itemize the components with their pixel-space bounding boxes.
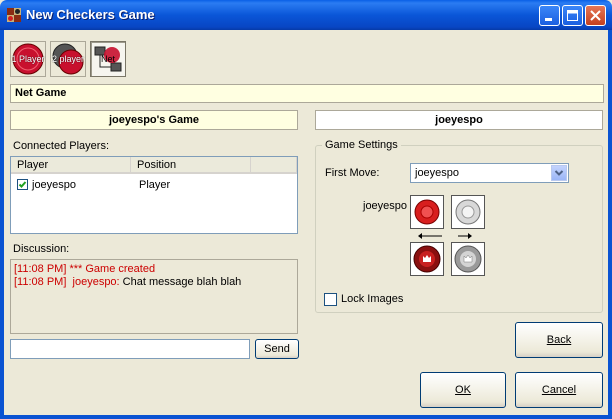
chevron-down-icon xyxy=(554,170,564,176)
maximize-button[interactable] xyxy=(562,5,583,26)
player-name-heading: joeyespo xyxy=(435,114,483,126)
swap-arrows-icon xyxy=(418,233,472,239)
red-king-slot[interactable] xyxy=(410,242,444,276)
first-move-select[interactable]: joeyespo xyxy=(410,163,569,183)
players-list[interactable]: Player Position joeyespo Player xyxy=(10,156,298,234)
player-position: Player xyxy=(139,179,171,191)
mode-title: Net Game xyxy=(15,87,67,99)
cancel-label: Cancel xyxy=(541,384,577,396)
mode-title-bar: Net Game xyxy=(10,84,604,103)
maximize-icon xyxy=(567,10,578,21)
red-king-icon xyxy=(413,245,441,273)
white-king-slot[interactable] xyxy=(451,242,485,276)
column-header-position[interactable]: Position xyxy=(131,157,251,174)
minimize-button[interactable] xyxy=(539,5,560,26)
back-label: Back xyxy=(546,334,572,346)
two-player-label: 2 player xyxy=(51,54,85,64)
window-title: New Checkers Game xyxy=(26,7,155,22)
connected-players-label: Connected Players: xyxy=(13,140,109,152)
app-icon xyxy=(7,8,21,22)
dialog-window: New Checkers Game 1 Player 2 player Net xyxy=(0,0,612,419)
game-settings-label: Game Settings xyxy=(322,139,401,151)
two-player-button[interactable]: 2 player xyxy=(50,41,86,77)
first-move-label: First Move: xyxy=(325,167,380,179)
cancel-button[interactable]: Cancel xyxy=(515,372,603,408)
white-checker-icon xyxy=(455,199,481,225)
player-name-bar: joeyespo xyxy=(315,110,603,130)
back-button[interactable]: Back xyxy=(515,322,603,358)
one-player-label: 1 Player xyxy=(11,54,45,64)
first-move-value: joeyespo xyxy=(415,167,460,179)
white-king-icon xyxy=(454,245,482,273)
dropdown-button[interactable] xyxy=(551,165,567,181)
list-item[interactable]: joeyespo Player xyxy=(11,176,297,193)
checkmark-icon xyxy=(18,181,27,188)
net-label: Net xyxy=(100,54,115,64)
column-header-player[interactable]: Player xyxy=(11,157,131,174)
net-button[interactable]: Net xyxy=(90,41,126,77)
white-piece-slot[interactable] xyxy=(451,195,485,229)
discussion-label: Discussion: xyxy=(13,243,70,255)
close-button[interactable] xyxy=(585,5,606,26)
player-name: joeyespo xyxy=(32,179,77,191)
ok-button[interactable]: OK xyxy=(420,372,506,408)
chat-input[interactable] xyxy=(10,339,250,359)
message-line: [11:08 PM] joeyespo: Chat message blah b… xyxy=(14,276,242,288)
message-line: [11:08 PM] *** Game created xyxy=(14,263,156,275)
game-name-bar: joeyespo's Game xyxy=(10,110,298,130)
title-bar[interactable]: New Checkers Game xyxy=(0,0,612,30)
lock-images-checkbox[interactable] xyxy=(324,293,337,306)
discussion-box[interactable]: [11:08 PM] *** Game created [11:08 PM] j… xyxy=(10,259,298,334)
ok-label: OK xyxy=(455,384,471,396)
send-button[interactable]: Send xyxy=(255,339,299,359)
game-name: joeyespo's Game xyxy=(108,114,200,126)
send-label: Send xyxy=(264,343,290,355)
minimize-icon xyxy=(545,18,552,21)
lock-images-label[interactable]: Lock Images xyxy=(341,293,403,305)
red-checker-icon xyxy=(414,199,440,225)
column-header-blank xyxy=(251,157,297,174)
red-piece-slot[interactable] xyxy=(410,195,444,229)
pieces-owner-label: joeyespo xyxy=(363,200,408,212)
player-checkbox[interactable] xyxy=(17,179,28,190)
close-icon xyxy=(590,10,601,21)
one-player-button[interactable]: 1 Player xyxy=(10,41,46,77)
